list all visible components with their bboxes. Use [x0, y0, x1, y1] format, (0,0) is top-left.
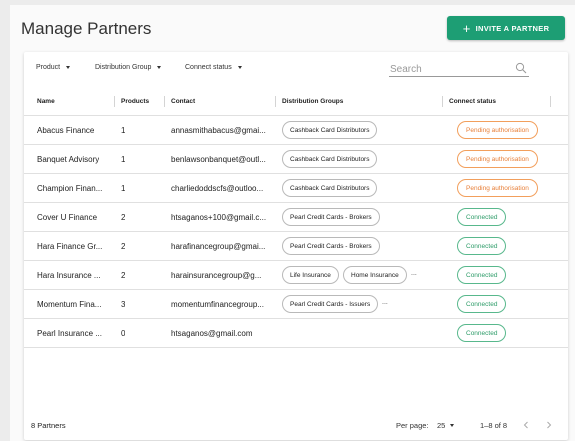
- connect-status-badge: Pending authorisation: [457, 150, 538, 168]
- partner-products: 1: [121, 184, 126, 193]
- connect-status-badge: Connected: [457, 324, 507, 342]
- column-header-distribution-groups[interactable]: Distribution Groups: [282, 98, 343, 105]
- partner-products: 2: [121, 271, 126, 280]
- table-header: Name Products Contact Distribution Group…: [24, 88, 568, 116]
- connect-status-badge: Connected: [457, 295, 507, 313]
- filter-distribution-group[interactable]: Distribution Group: [95, 64, 162, 71]
- distribution-group-chip: Cashback Card Distributors: [282, 150, 378, 168]
- search-icon[interactable]: [515, 62, 527, 74]
- table-row[interactable]: Champion Finan... 1 charliedoddscfs@outloo…: [24, 174, 568, 203]
- column-header-name[interactable]: Name: [37, 98, 55, 105]
- partner-contact: annasmithabacus@gmai...: [171, 126, 266, 135]
- partner-count: 8 Partners: [31, 421, 66, 430]
- table-row[interactable]: Hara Insurance ... 2 harainsurancegroup@g.…: [24, 261, 568, 290]
- page-range: 1–8 of 8: [480, 421, 508, 430]
- table-footer: 8 Partners Per page: 25 1–8 of 8: [24, 410, 568, 440]
- plus-icon: +: [462, 20, 471, 36]
- connect-status-badge: Pending authorisation: [457, 121, 538, 139]
- distribution-group-chip: Life Insurance: [282, 266, 339, 284]
- more-groups-indicator: ...: [382, 299, 388, 306]
- filter-distribution-group-label: Distribution Group: [95, 64, 152, 71]
- filter-connect-status[interactable]: Connect status: [185, 64, 242, 71]
- partners-table-card: Product Distribution Group Connect statu…: [24, 52, 568, 440]
- connect-status-badge: Connected: [457, 266, 507, 284]
- distribution-group-chip: Pearl Credit Cards - Brokers: [282, 237, 380, 255]
- caret-down-icon: [237, 66, 242, 69]
- column-divider: [442, 96, 443, 107]
- column-divider: [164, 96, 165, 107]
- search-box: [389, 59, 529, 78]
- filter-bar: Product Distribution Group Connect statu…: [24, 52, 568, 84]
- invite-partner-label: INVITE A PARTNER: [475, 23, 550, 33]
- table-row[interactable]: Banquet Advisory 1 benlawsonbanquet@outl..…: [24, 145, 568, 174]
- caret-down-icon: [157, 66, 162, 69]
- partner-products: 0: [121, 329, 126, 338]
- filter-product[interactable]: Product: [36, 64, 71, 71]
- distribution-group-chip: Cashback Card Distributors: [282, 179, 378, 197]
- partner-name: Pearl Insurance ...: [37, 329, 102, 338]
- partner-name: Hara Insurance ...: [37, 271, 101, 280]
- caret-down-icon: [450, 424, 455, 427]
- connect-status-badge: Connected: [457, 208, 507, 226]
- connect-status-badge: Pending authorisation: [457, 179, 538, 197]
- partner-products: 2: [121, 242, 126, 251]
- per-page-select[interactable]: 25: [437, 421, 455, 430]
- column-divider: [550, 96, 551, 107]
- partner-products: 1: [121, 126, 126, 135]
- chevron-right-icon[interactable]: [544, 420, 554, 430]
- partner-name: Banquet Advisory: [37, 155, 100, 164]
- column-header-contact[interactable]: Contact: [171, 98, 195, 105]
- partner-contact: momentumfinancegroup...: [171, 300, 264, 309]
- table-row[interactable]: Hara Finance Gr... 2 harafinancegroup@gmai…: [24, 232, 568, 261]
- column-divider: [275, 96, 276, 107]
- distribution-group-chip: Pearl Credit Cards - Brokers: [282, 208, 380, 226]
- distribution-group-chip: Cashback Card Distributors: [282, 121, 378, 139]
- partner-contact: harainsurancegroup@g...: [171, 271, 262, 280]
- table-row[interactable]: Cover U Finance 2 htsaganos+100@gmail.c...…: [24, 203, 568, 232]
- column-header-connect-status[interactable]: Connect status: [449, 98, 496, 105]
- partner-contact: charliedoddscfs@outloo...: [171, 184, 264, 193]
- partner-contact: benlawsonbanquet@outl...: [171, 155, 266, 164]
- distribution-group-chip: Home Insurance: [343, 266, 407, 284]
- table-row[interactable]: Momentum Fina... 3 momentumfinancegroup...…: [24, 290, 568, 319]
- page-title: Manage Partners: [21, 19, 152, 38]
- partner-name: Cover U Finance: [37, 213, 98, 222]
- table-row[interactable]: Abacus Finance 1 annasmithabacus@gmai... Ca…: [24, 116, 568, 145]
- partner-contact: harafinancegroup@gmai...: [171, 242, 266, 251]
- partner-name: Abacus Finance: [37, 126, 95, 135]
- partner-name: Champion Finan...: [37, 184, 103, 193]
- invite-partner-button[interactable]: + INVITE A PARTNER: [447, 16, 565, 40]
- search-input[interactable]: [389, 61, 509, 78]
- table-row[interactable]: Pearl Insurance ... 0 htsaganos@gmail.com C…: [24, 319, 568, 348]
- partner-name: Momentum Fina...: [37, 300, 102, 309]
- caret-down-icon: [66, 66, 71, 69]
- partner-contact: htsaganos@gmail.com: [171, 329, 253, 338]
- partner-products: 3: [121, 300, 126, 309]
- connect-status-badge: Connected: [457, 237, 507, 255]
- distribution-group-chip: Pearl Credit Cards - Issuers: [282, 295, 379, 313]
- column-header-products[interactable]: Products: [121, 98, 149, 105]
- partner-contact: htsaganos+100@gmail.c...: [171, 213, 267, 222]
- manage-partners-page: Manage Partners + INVITE A PARTNER Produ…: [10, 5, 575, 441]
- partner-name: Hara Finance Gr...: [37, 242, 103, 251]
- filter-connect-status-label: Connect status: [185, 64, 232, 71]
- filter-product-label: Product: [36, 64, 61, 71]
- per-page-label: Per page:: [396, 421, 429, 430]
- per-page-value: 25: [437, 421, 446, 430]
- partner-products: 2: [121, 213, 126, 222]
- chevron-left-icon[interactable]: [521, 420, 531, 430]
- column-divider: [114, 96, 115, 107]
- more-groups-indicator: ...: [411, 270, 417, 277]
- partner-products: 1: [121, 155, 126, 164]
